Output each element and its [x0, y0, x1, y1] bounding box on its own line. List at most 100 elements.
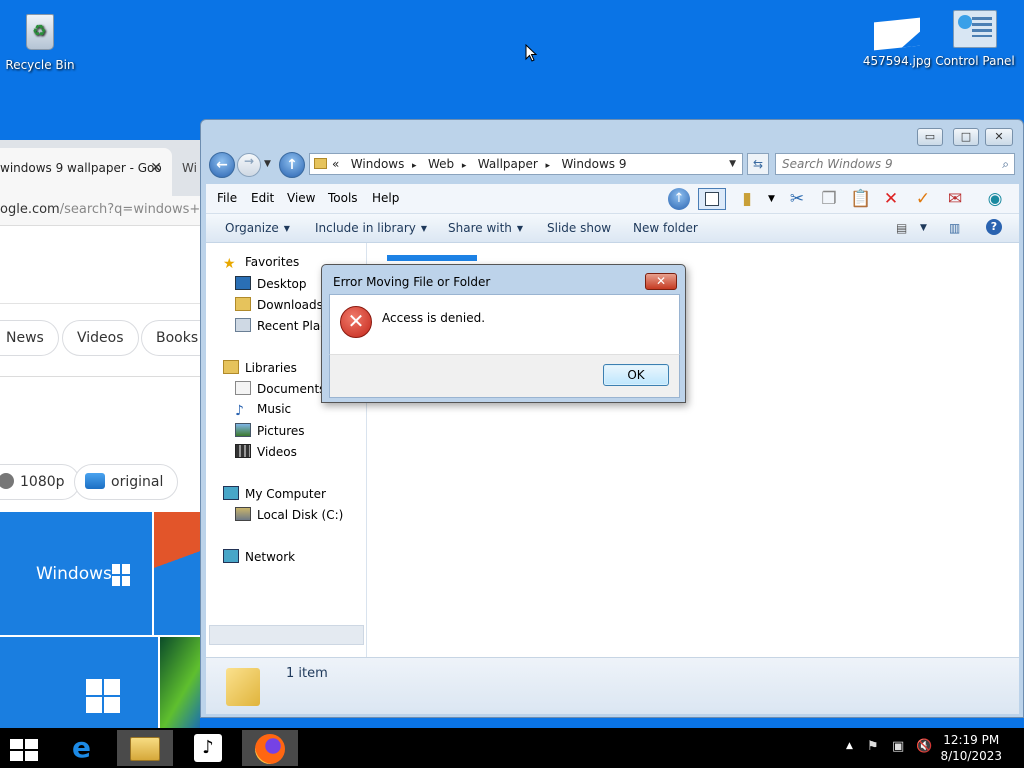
menu-tools[interactable]: Tools [328, 191, 358, 205]
chip-1080p[interactable]: 1080p [0, 464, 80, 500]
back-button[interactable]: ← [209, 152, 235, 178]
breadcrumb-windows9[interactable]: Windows 9 [561, 157, 626, 171]
breadcrumb-prefix[interactable]: « [332, 157, 339, 171]
view-dropdown-icon[interactable]: ▼ [920, 223, 927, 233]
maximize-button[interactable]: □ [953, 128, 979, 146]
up-folder-icon[interactable]: ↑ [668, 188, 690, 210]
breadcrumb-sep[interactable]: ▸ [412, 161, 417, 171]
address-bar[interactable]: « Windows ▸ Web ▸ Wallpaper ▸ Windows 9 … [309, 153, 743, 175]
menu-help[interactable]: Help [372, 191, 399, 205]
navigation-bar: ← → ▼ ↑ « Windows ▸ Web ▸ Wallpaper ▸ Wi… [207, 151, 1019, 181]
breadcrumb-sep[interactable]: ▸ [462, 161, 467, 171]
image-thumbnail[interactable]: Windows [0, 512, 152, 635]
edge-taskbar-button[interactable]: e [58, 730, 114, 766]
start-button[interactable] [0, 730, 56, 766]
browser-window[interactable]: windows 9 wallpaper - Goo ✕ Wi ogle.com/… [0, 140, 200, 728]
nav-my-computer[interactable]: My Computer [223, 486, 326, 501]
menu-view[interactable]: View [287, 191, 315, 205]
email-icon[interactable]: ✉ [944, 188, 966, 210]
up-button[interactable]: ↑ [279, 152, 305, 178]
browser-tab-second[interactable]: Wi [182, 161, 197, 175]
nav-network[interactable]: Network [223, 549, 295, 564]
chip-thumb-icon [85, 473, 105, 489]
action-center-icon[interactable]: ⚑ [867, 739, 879, 754]
refresh-button[interactable]: ⇆ [747, 153, 769, 175]
copy-icon[interactable]: ❐ [818, 188, 840, 210]
slide-show-button[interactable]: Slide show [547, 221, 611, 235]
search-input[interactable]: Search Windows 9 ⌕ [775, 153, 1015, 175]
search-results-header [0, 226, 200, 304]
nav-favorites[interactable]: ★ Favorites [223, 255, 299, 271]
breadcrumb-wallpaper[interactable]: Wallpaper [478, 157, 538, 171]
nav-local-disk[interactable]: Local Disk (C:) [235, 507, 343, 522]
nav-downloads-label: Downloads [257, 298, 323, 312]
chip-original[interactable]: original [74, 464, 179, 500]
forward-button[interactable]: → [237, 153, 261, 177]
control-panel-desktop-icon[interactable]: Control Panel [935, 10, 1015, 68]
nav-pictures[interactable]: Pictures [235, 423, 305, 438]
nav-downloads[interactable]: Downloads [235, 297, 323, 312]
music-taskbar-button[interactable]: ♪ [180, 730, 236, 766]
chip-1080p-label: 1080p [20, 474, 65, 490]
volume-muted-icon[interactable]: 🔇 [916, 739, 932, 754]
organize-label: Organize [225, 221, 279, 235]
browser-tab-active[interactable]: windows 9 wallpaper - Goo ✕ [0, 148, 172, 196]
thumb-brand-text: Windows [36, 564, 112, 584]
explorer-taskbar-button[interactable] [117, 730, 173, 766]
breadcrumb-web[interactable]: Web [428, 157, 454, 171]
search-icon[interactable]: ⌕ [1002, 154, 1009, 174]
nav-libraries[interactable]: Libraries [223, 360, 297, 375]
taskbar-clock[interactable]: 12:19 PM 8/10/2023 [940, 732, 1002, 764]
show-hidden-icons-icon[interactable]: ▲ [846, 741, 853, 751]
include-in-library-button[interactable]: Include in library ▼ [315, 221, 427, 235]
recent-pages-dropdown-icon[interactable]: ▼ [264, 159, 271, 169]
nav-desktop[interactable]: Desktop [235, 276, 307, 291]
share-with-button[interactable]: Share with ▼ [448, 221, 523, 235]
breadcrumb-windows[interactable]: Windows [351, 157, 405, 171]
browser-tab-title: windows 9 wallpaper - Goo [0, 161, 162, 175]
nav-my-computer-label: My Computer [245, 487, 326, 501]
cut-icon[interactable]: ✂ [786, 188, 808, 210]
jpg-file-desktop-icon[interactable]: 457594.jpg [857, 10, 937, 68]
menu-edit[interactable]: Edit [251, 191, 274, 205]
nav-documents[interactable]: Documents [235, 381, 325, 396]
preview-pane-icon[interactable]: ▥ [949, 221, 960, 235]
menu-file[interactable]: File [217, 191, 237, 205]
image-thumbnail[interactable] [160, 637, 200, 728]
new-folder-button[interactable]: New folder [633, 221, 698, 235]
nav-documents-label: Documents [257, 382, 326, 396]
recycle-bin-desktop-icon[interactable]: Recycle Bin [0, 10, 80, 72]
image-thumbnail[interactable] [0, 637, 158, 728]
organize-button[interactable]: Organize ▼ [225, 221, 290, 235]
chip-news[interactable]: News [0, 320, 59, 356]
help-icon[interactable]: ? [986, 219, 1002, 235]
views-dropdown-icon[interactable]: ▼ [768, 194, 775, 204]
browser-address-bar[interactable]: ogle.com/search?q=windows+9+ [0, 196, 200, 226]
error-dialog[interactable]: Error Moving File or Folder ✕ ✕ Access i… [321, 264, 686, 403]
folders-pane-icon[interactable] [698, 188, 726, 210]
paste-icon[interactable]: 📋 [850, 188, 872, 210]
views-icon[interactable]: ▮ [736, 188, 758, 210]
minimize-button[interactable]: ▭ [917, 128, 943, 146]
ok-button[interactable]: OK [603, 364, 669, 386]
globe-icon[interactable]: ◉ [984, 188, 1006, 210]
nav-videos[interactable]: Videos [235, 444, 297, 459]
image-thumbnail[interactable] [154, 512, 200, 635]
chip-books[interactable]: Books [141, 320, 200, 356]
dialog-close-button[interactable]: ✕ [645, 273, 677, 290]
network-status-icon[interactable]: ▣ [892, 739, 904, 754]
command-bar: Organize ▼ Include in library ▼ Share with… [206, 214, 1019, 243]
close-button[interactable]: ✕ [985, 128, 1013, 146]
chip-videos[interactable]: Videos [62, 320, 139, 356]
explorer-window[interactable]: ▭ □ ✕ ← → ▼ ↑ « Windows ▸ Web ▸ Wallpape… [200, 119, 1024, 718]
delete-icon[interactable]: ✕ [880, 188, 902, 210]
firefox-taskbar-button[interactable] [242, 730, 298, 766]
change-view-icon[interactable]: ▤ [896, 221, 907, 235]
address-dropdown-icon[interactable]: ▼ [729, 154, 736, 174]
tab-close-icon[interactable]: ✕ [150, 160, 162, 176]
check-icon[interactable]: ✓ [912, 188, 934, 210]
chip-thumb-icon [0, 473, 14, 489]
breadcrumb-sep[interactable]: ▸ [545, 161, 550, 171]
control-panel-icon [953, 10, 997, 48]
nav-music[interactable]: ♪ Music [235, 402, 291, 418]
